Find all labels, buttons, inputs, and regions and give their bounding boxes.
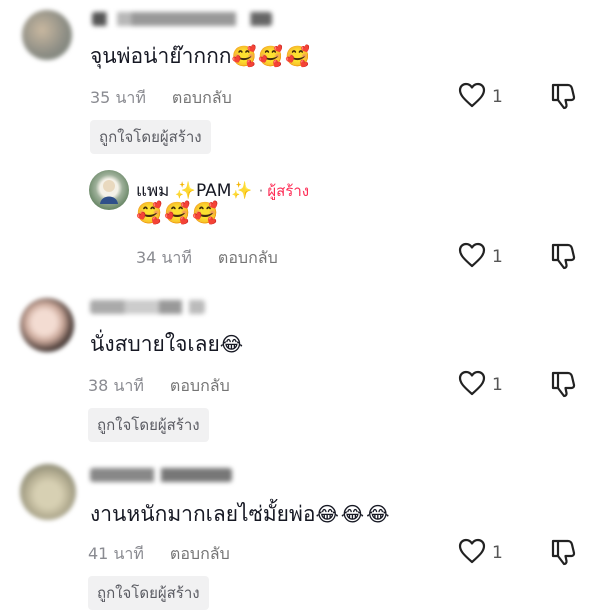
reply-button[interactable]: ตอบกลับ [172,88,232,107]
comment-body: จุนพ่อน่าย๊ากกก [90,44,232,68]
comment-text: นั่งสบายใจเลย😂 [90,330,245,358]
creator-avatar[interactable] [89,170,129,210]
reply-header: แพม ✨PAM✨ · ผู้สร้าง [136,177,309,204]
emoji-group: 😂 [219,332,246,356]
heart-outline-icon[interactable] [458,538,486,568]
like-count: 1 [492,247,503,267]
avatar[interactable] [20,298,74,352]
comment-meta: 38 นาที ตอบกลับ [88,374,230,399]
comment-time: 41 นาที [88,544,144,563]
comment-text: จุนพ่อน่าย๊ากกก🥰🥰🥰 [90,42,312,70]
thumb-down-outline-icon[interactable] [550,370,576,402]
creator-liked-badge: ถูกใจโดยผู้สร้าง [90,120,211,154]
creator-tag: ผู้สร้าง [267,182,310,200]
reply-button[interactable]: ตอบกลับ [218,248,278,267]
comment-time: 38 นาที [88,376,144,395]
reply-emoji-group: 🥰🥰🥰 [136,201,221,225]
like-button[interactable]: 1 [458,538,503,568]
like-count: 1 [492,375,503,395]
avatar[interactable] [20,464,76,520]
username-blurred[interactable] [92,12,272,26]
heart-outline-icon[interactable] [458,242,486,272]
heart-outline-icon[interactable] [458,82,486,112]
emoji-group: 🥰🥰🥰 [231,44,313,68]
comment-body: นั่งสบายใจเลย [90,332,220,356]
reply-meta: 34 นาที ตอบกลับ [136,246,278,271]
like-button[interactable]: 1 [458,242,503,272]
comment-time: 35 นาที [90,88,146,107]
comment-body: งานหนักมากเลยไซ่มั้ยพ่อ [90,502,316,526]
reply-author[interactable]: แพม ✨PAM✨ [136,181,253,201]
comment-meta: 41 นาที ตอบกลับ [88,542,230,567]
comment-text: งานหนักมากเลยไซ่มั้ยพ่อ😂😂😂 [90,500,392,528]
creator-liked-badge: ถูกใจโดยผู้สร้าง [88,408,209,442]
username-blurred[interactable] [90,300,205,314]
reply-time: 34 นาที [136,248,192,267]
like-count: 1 [492,543,503,563]
thumb-down-outline-icon[interactable] [550,82,576,114]
separator-dot: · [258,182,264,200]
creator-liked-badge: ถูกใจโดยผู้สร้าง [88,576,209,610]
avatar[interactable] [22,10,72,60]
like-button[interactable]: 1 [458,82,503,112]
emoji-group: 😂😂😂 [315,502,392,526]
comment-meta: 35 นาที ตอบกลับ [90,86,232,111]
reply-button[interactable]: ตอบกลับ [170,544,230,563]
username-blurred[interactable] [90,468,232,482]
reply-button[interactable]: ตอบกลับ [170,376,230,395]
like-count: 1 [492,87,503,107]
thumb-down-outline-icon[interactable] [550,538,576,570]
thumb-down-outline-icon[interactable] [550,242,576,274]
like-button[interactable]: 1 [458,370,503,400]
heart-outline-icon[interactable] [458,370,486,400]
